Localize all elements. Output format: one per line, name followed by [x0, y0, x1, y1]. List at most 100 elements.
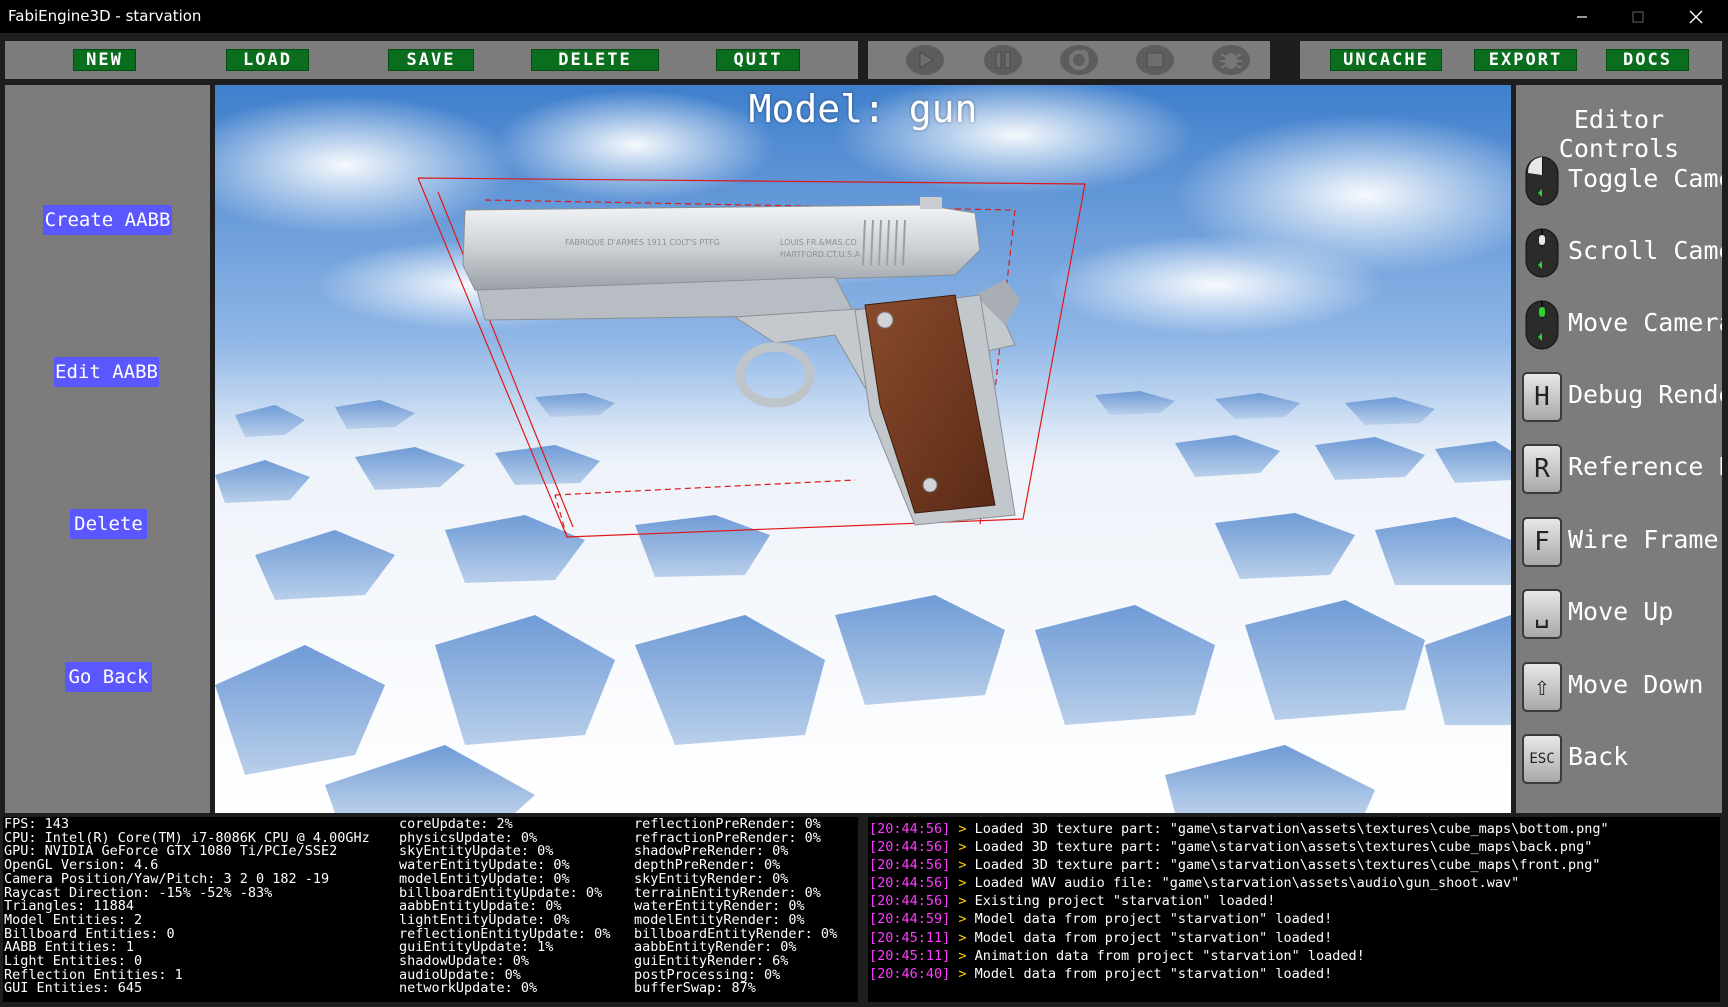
- delete-aabb-button[interactable]: Delete: [70, 509, 147, 539]
- uncache-button[interactable]: UNCACHE: [1330, 49, 1442, 71]
- key-h-icon: H: [1522, 372, 1562, 422]
- console-log-line: [20:44:56] > Loaded 3D texture part: "ga…: [869, 839, 1720, 857]
- log-message: Model data from project "starvation" loa…: [974, 929, 1333, 946]
- stat-line: GUI Entities: 645: [4, 980, 143, 997]
- control-label: Toggle Camera: [1568, 164, 1722, 193]
- log-timestamp: [20:46:40]: [869, 965, 951, 982]
- control-label: Move Down: [1568, 670, 1704, 699]
- log-timestamp: [20:44:56]: [869, 821, 951, 837]
- log-message: Animation data from project "starvation"…: [974, 947, 1365, 964]
- pause-icon: [984, 45, 1022, 75]
- log-arrow: >: [950, 839, 975, 856]
- log-timestamp: [20:44:59]: [869, 911, 951, 928]
- log-arrow: >: [950, 947, 975, 964]
- log-arrow: >: [950, 965, 975, 982]
- docs-button[interactable]: DOCS: [1606, 49, 1689, 71]
- stats-column-renders: reflectionPreRender: 0% refractionPreRend…: [634, 817, 837, 997]
- log-timestamp: [20:44:56]: [869, 875, 951, 892]
- key-space-icon: ␣: [1522, 589, 1562, 639]
- slide-marking-left: FABRIQUE D'ARMES 1911 COLT'S PTFG: [565, 238, 720, 247]
- log-message: Loaded 3D texture part: "game\starvation…: [974, 839, 1593, 856]
- control-label: Debug Render: [1568, 380, 1722, 409]
- console-log-line: [20:46:40] > Model data from project "st…: [869, 966, 1720, 984]
- control-back: ESC Back: [1521, 733, 1722, 785]
- model-title: Model: gun: [748, 87, 978, 131]
- play-button[interactable]: [904, 43, 946, 77]
- pause-button[interactable]: [982, 43, 1024, 77]
- restart-button[interactable]: [1058, 43, 1100, 77]
- stat-line: bufferSwap: 87%: [634, 980, 756, 997]
- mouse-middle-click-icon: [1525, 300, 1559, 350]
- log-message: Loaded 3D texture part: "game\starvation…: [974, 857, 1601, 874]
- control-debug-render: H Debug Render: [1521, 371, 1722, 423]
- control-label: Reference Box: [1568, 452, 1722, 481]
- control-reference-box: R Reference Box: [1521, 443, 1722, 495]
- control-label: Move Up: [1568, 597, 1674, 626]
- log-arrow: >: [950, 857, 975, 874]
- mouse-scroll-icon: [1525, 228, 1559, 278]
- console-log-line: [20:44:56] > Loaded 3D texture part: "ga…: [869, 821, 1720, 839]
- left-editor-panel: Create AABB Edit AABB Delete Go Back: [5, 85, 210, 813]
- control-wire-frame: F Wire Frame: [1521, 516, 1722, 568]
- log-arrow: >: [950, 929, 975, 946]
- mouse-left-click-icon: [1525, 156, 1559, 206]
- export-button[interactable]: EXPORT: [1474, 49, 1577, 71]
- slide-marking-right-bottom: HARTFORD.CT.U.S.A: [780, 250, 861, 259]
- stats-column-updates: coreUpdate: 2% physicsUpdate: 0% skyEntity…: [399, 817, 610, 996]
- minimize-button[interactable]: [1552, 0, 1612, 33]
- console-log-line: [20:44:56] > Existing project "starvatio…: [869, 893, 1720, 911]
- console-log-line: [20:44:56] > Loaded WAV audio file: "gam…: [869, 875, 1720, 893]
- console-log-line: [20:44:59] > Model data from project "st…: [869, 911, 1720, 929]
- log-arrow: >: [950, 893, 975, 910]
- log-message: Model data from project "starvation" loa…: [974, 965, 1333, 982]
- restart-icon: [1060, 45, 1098, 75]
- control-label: Move Camera: [1568, 308, 1722, 337]
- log-timestamp: [20:45:11]: [869, 947, 951, 964]
- control-move-up: ␣ Move Up: [1521, 588, 1722, 640]
- performance-stats-panel: FPS: 143 CPU: Intel(R) Core(TM) i7-8086K …: [3, 817, 858, 1002]
- new-button[interactable]: NEW: [73, 49, 136, 71]
- delete-project-button[interactable]: DELETE: [531, 49, 659, 71]
- log-timestamp: [20:44:56]: [869, 893, 951, 910]
- key-esc-icon: ESC: [1522, 734, 1562, 784]
- 3d-viewport[interactable]: FABRIQUE D'ARMES 1911 COLT'S PTFG LOUIS …: [215, 85, 1511, 813]
- window-titlebar: FabiEngine3D - starvation: [0, 0, 1728, 33]
- load-button[interactable]: LOAD: [226, 49, 309, 71]
- go-back-button[interactable]: Go Back: [65, 662, 152, 692]
- log-message: Loaded 3D texture part: "game\starvation…: [974, 821, 1609, 837]
- log-timestamp: [20:45:11]: [869, 929, 951, 946]
- control-label: Back: [1568, 742, 1629, 771]
- console-log-line: [20:45:11] > Model data from project "st…: [869, 930, 1720, 948]
- maximize-button[interactable]: [1608, 0, 1668, 33]
- log-arrow: >: [950, 911, 975, 928]
- close-icon: [1689, 10, 1703, 23]
- log-arrow: >: [950, 821, 975, 837]
- control-toggle-camera: Toggle Camera: [1521, 155, 1722, 207]
- console-log-panel[interactable]: [20:44:56] > Loaded 3D texture part: "ga…: [868, 817, 1720, 1002]
- log-message: Loaded WAV audio file: "game\starvation\…: [974, 875, 1520, 892]
- stats-column-system: FPS: 143 CPU: Intel(R) Core(TM) i7-8086K …: [4, 817, 370, 997]
- play-icon: [906, 45, 944, 75]
- key-r-icon: R: [1522, 444, 1562, 494]
- quit-button[interactable]: QUIT: [716, 49, 800, 71]
- stop-button[interactable]: [1134, 43, 1176, 77]
- key-shift-icon: ⇧: [1522, 662, 1562, 712]
- create-aabb-button[interactable]: Create AABB: [43, 205, 172, 235]
- close-button[interactable]: [1666, 0, 1726, 33]
- control-label: Scroll Camera: [1568, 236, 1722, 265]
- edit-aabb-button[interactable]: Edit AABB: [54, 357, 159, 387]
- stop-icon: [1136, 45, 1174, 75]
- debug-bug-icon: [1212, 45, 1250, 75]
- save-button[interactable]: SAVE: [388, 49, 474, 71]
- log-message: Model data from project "starvation" loa…: [974, 911, 1333, 928]
- window-title: FabiEngine3D - starvation: [8, 7, 202, 25]
- log-arrow: >: [950, 875, 975, 892]
- control-scroll-camera: Scroll Camera: [1521, 227, 1722, 279]
- control-move-down: ⇧ Move Down: [1521, 661, 1722, 713]
- debug-button[interactable]: [1210, 43, 1252, 77]
- slide-marking-right-top: LOUIS FR.&MAS.CO: [780, 238, 857, 247]
- hex-grid-floor: [215, 391, 1511, 813]
- log-timestamp: [20:44:56]: [869, 857, 951, 874]
- editor-controls-panel: Editor Controls Toggle Camera Scroll Cam…: [1516, 85, 1722, 813]
- log-message: Existing project "starvation" loaded!: [974, 893, 1276, 910]
